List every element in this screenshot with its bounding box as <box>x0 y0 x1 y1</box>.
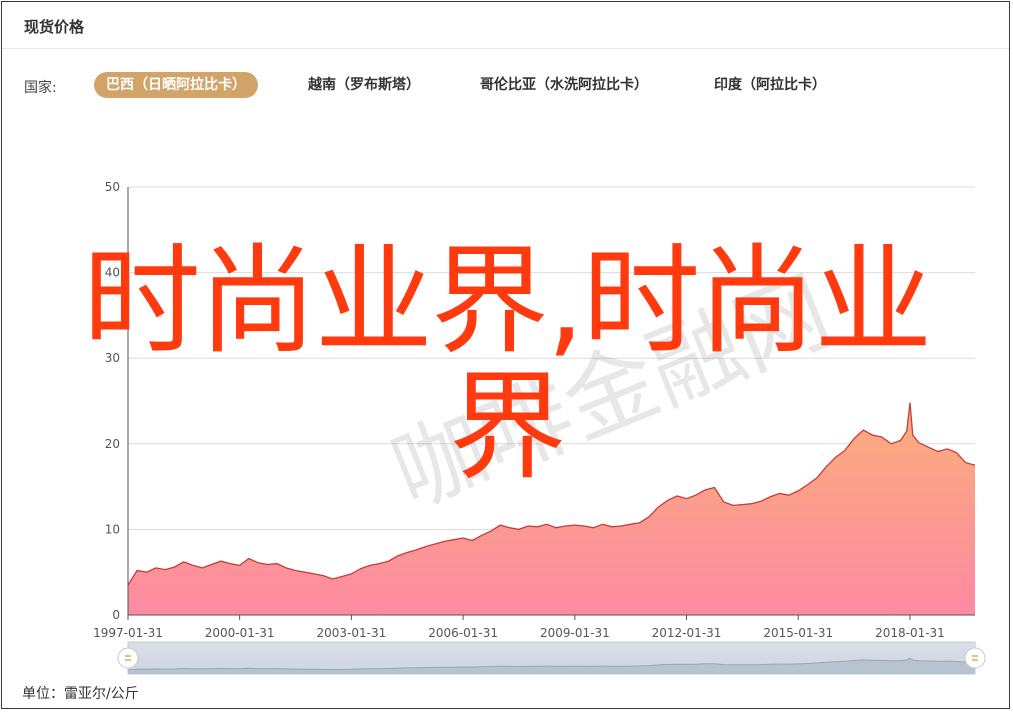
area-layer <box>127 402 976 615</box>
unit-label: 单位：雷亚尔/公斤 <box>22 686 139 702</box>
zoom-handle-right[interactable] <box>964 647 986 669</box>
x-tick-label: 2018-01-31 <box>875 626 945 640</box>
price-area-chart: 0 10 20 30 40 50 1997-01-31 2000-01-31 2003-01-3… <box>93 180 986 675</box>
y-tick-label: 50 <box>105 180 120 194</box>
zoom-slider[interactable] <box>117 641 986 675</box>
x-tick-label: 2009-01-31 <box>540 626 610 640</box>
x-tick-label: 2006-01-31 <box>428 626 498 640</box>
x-tick-label: 2000-01-31 <box>205 626 275 640</box>
x-tick-label: 1997-01-31 <box>93 626 163 640</box>
zoom-handle-left[interactable] <box>117 647 139 669</box>
y-tick-label: 10 <box>105 522 120 536</box>
x-tick-label: 2015-01-31 <box>763 626 833 640</box>
x-tick-label: 2003-01-31 <box>316 626 386 640</box>
y-tick-label: 20 <box>105 437 120 451</box>
y-tick-label: 30 <box>105 351 120 365</box>
x-tick-label: 2012-01-31 <box>652 626 722 640</box>
price-area-fill <box>128 402 975 615</box>
y-tick-label: 0 <box>112 608 120 622</box>
y-tick-label: 40 <box>105 266 120 280</box>
zoom-handle-knob <box>964 647 986 669</box>
zoom-handle-knob <box>117 647 139 669</box>
